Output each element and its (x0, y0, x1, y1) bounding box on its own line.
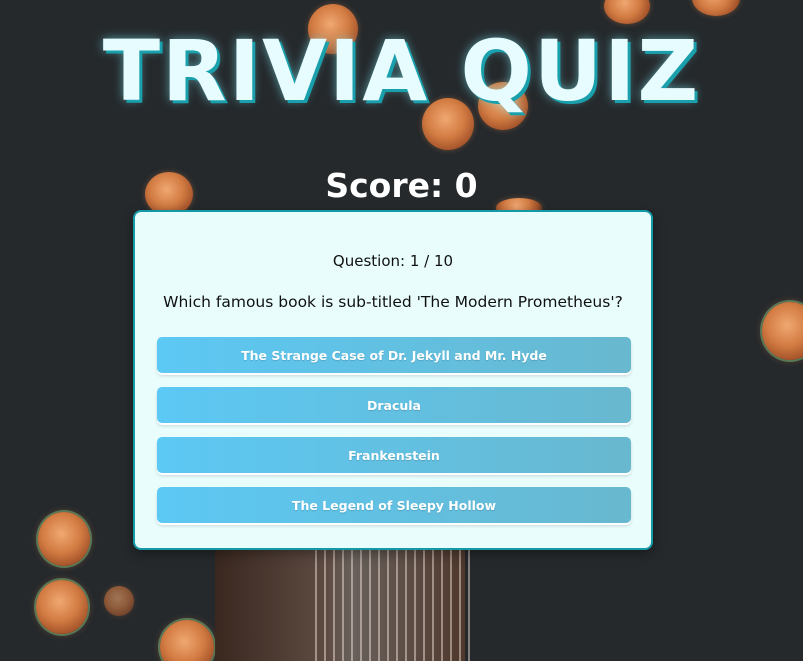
answer-button[interactable]: Dracula (157, 387, 631, 423)
answer-button[interactable]: The Legend of Sleepy Hollow (157, 487, 631, 523)
app-title: TRIVIA QUIZ (102, 22, 701, 120)
question-text: Which famous book is sub-titled 'The Mod… (163, 293, 623, 311)
bokeh-light (604, 0, 650, 24)
bokeh-light (38, 512, 90, 566)
question-counter: Question: 1 / 10 (332, 252, 454, 270)
bokeh-light (762, 302, 803, 360)
bokeh-light (692, 0, 740, 16)
score-display: Score: 0 (325, 166, 478, 205)
question-card: Question: 1 / 10 Which famous book is su… (133, 210, 653, 550)
sparkle-light (315, 540, 475, 661)
answer-list: The Strange Case of Dr. Jekyll and Mr. H… (157, 337, 631, 537)
answer-button[interactable]: The Strange Case of Dr. Jekyll and Mr. H… (157, 337, 631, 373)
bokeh-light (104, 586, 134, 616)
bokeh-light (160, 620, 214, 661)
bokeh-light (36, 580, 88, 634)
answer-button[interactable]: Frankenstein (157, 437, 631, 473)
